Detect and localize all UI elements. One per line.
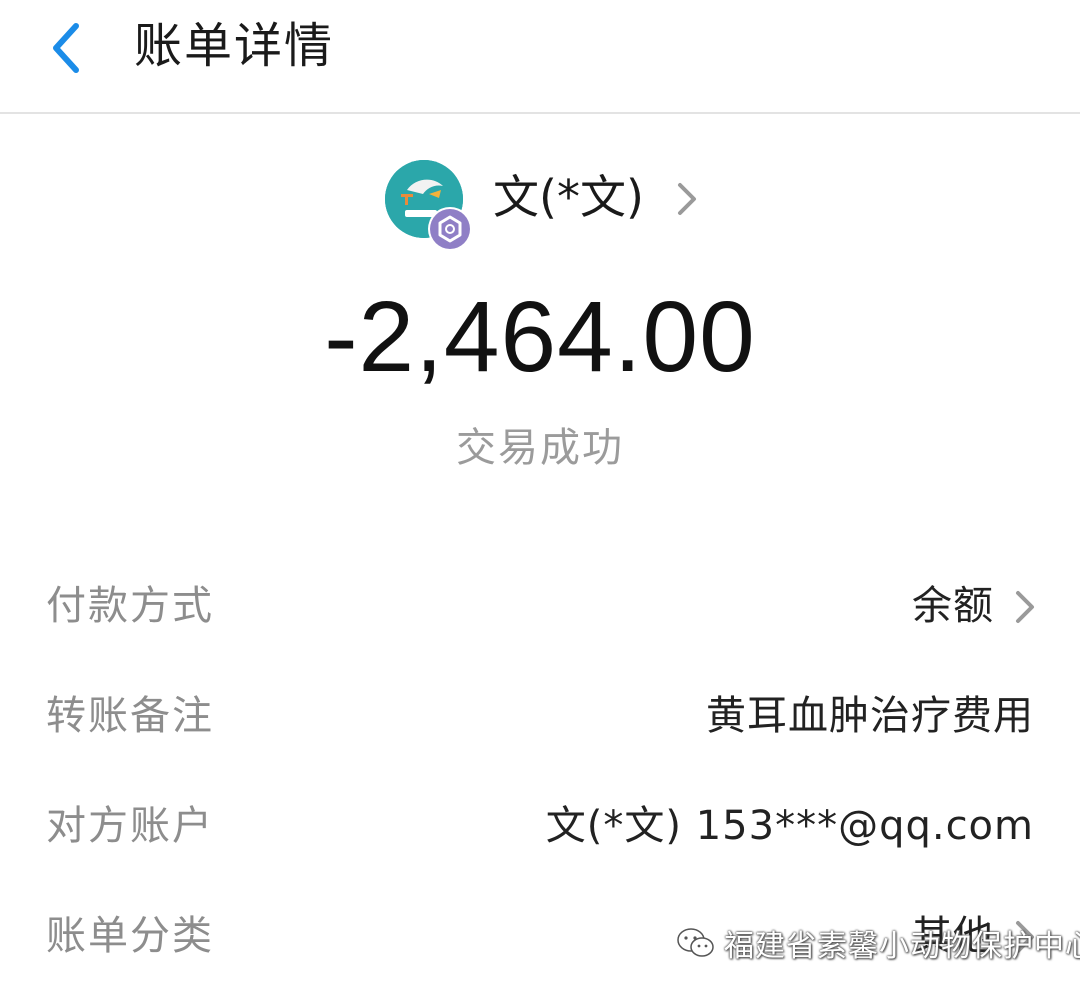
- back-button[interactable]: [40, 18, 100, 78]
- page-title: 账单详情: [134, 18, 335, 74]
- chevron-right-icon: [672, 179, 702, 219]
- payee-section[interactable]: 文(*文): [0, 155, 1080, 251]
- watermark: 福建省素馨小动物保护中心: [676, 918, 1080, 968]
- wechat-icon: [677, 928, 714, 957]
- counterparty-account-row: 对方账户 文(*文) 153***@qq.com: [0, 786, 1080, 866]
- transaction-status: 交易成功: [456, 425, 624, 471]
- watermark-text: 福建省素馨小动物保护中心: [724, 929, 1080, 964]
- top-bar: 账单详情: [0, 0, 1080, 114]
- row-label: 转账备注: [46, 693, 214, 739]
- payment-method-row[interactable]: 付款方式 余额: [0, 566, 1080, 646]
- chevron-left-icon: [53, 23, 79, 73]
- row-value: 余额: [912, 583, 994, 629]
- row-label: 账单分类: [46, 913, 214, 959]
- chevron-right-icon: [1012, 588, 1038, 626]
- row-label: 对方账户: [46, 803, 214, 849]
- transfer-note-row: 转账备注 黄耳血肿治疗费用: [0, 676, 1080, 756]
- transaction-amount: -2,464.00: [324, 281, 756, 393]
- payee-name: 文(*文): [493, 170, 644, 224]
- row-label: 付款方式: [46, 583, 214, 629]
- verified-badge-icon: [428, 207, 472, 251]
- row-value: 黄耳血肿治疗费用: [706, 693, 1034, 739]
- row-value: 文(*文) 153***@qq.com: [545, 803, 1034, 849]
